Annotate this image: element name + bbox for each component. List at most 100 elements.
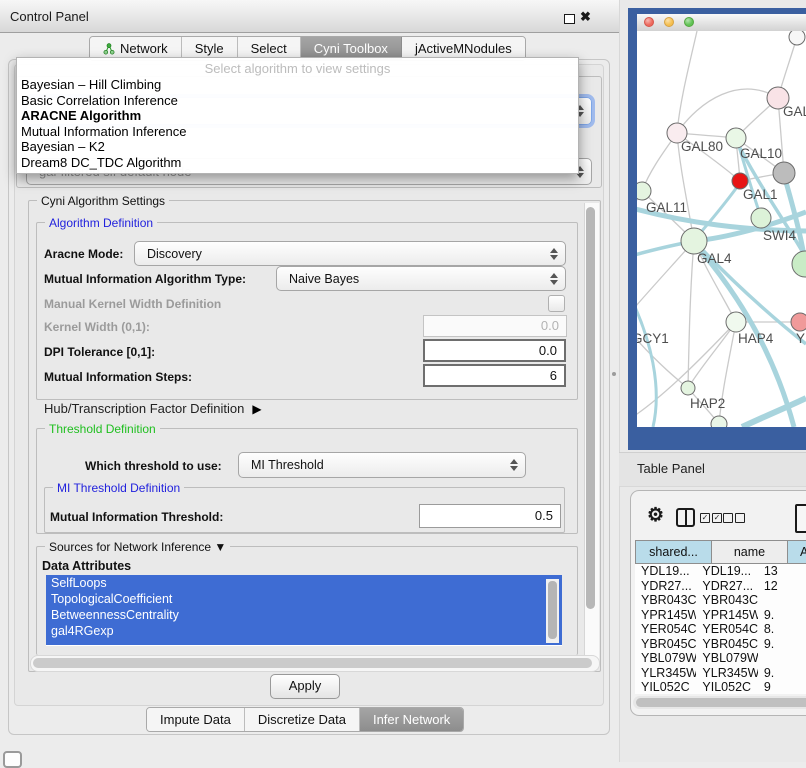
attribute-item-gal4rgexp[interactable]: gal4RGexp [46,623,562,639]
network-node[interactable] [773,162,795,184]
table-body[interactable]: YDL19...YDL19...13YDR27...YDR27...12YBR0… [635,564,806,694]
network-node-swi4[interactable] [751,208,771,228]
network-edge[interactable] [742,398,806,427]
network-canvas[interactable]: GAL7GAL80GAL10GAL1SWI4GAL11GAL4GCY1HAP4Y… [637,31,806,427]
aracne-mode-combo[interactable]: Discovery [134,241,566,266]
mi-type-combo[interactable]: Naive Bayes [276,266,566,291]
network-edge[interactable] [688,322,736,388]
tab-label: Discretize Data [258,708,346,731]
network-node-hap4[interactable] [726,312,746,332]
corner-window-icon[interactable] [3,751,22,768]
table-cell[interactable]: YBR045C [635,637,696,652]
algorithm-option-mutual-information-inference[interactable]: Mutual Information Inference [21,124,186,139]
table-cell[interactable]: YDR27... [635,579,696,594]
table-cell[interactable]: 9 [758,680,806,694]
network-node-gal10[interactable] [726,128,746,148]
table-cell[interactable]: YDL19... [696,564,757,579]
table-cell[interactable]: 8. [758,622,806,637]
table-cell[interactable]: YBR045C [696,637,757,652]
table-cell[interactable]: 9. [758,637,806,652]
select-all-checks-icon[interactable]: ✓✓ [700,513,724,531]
table-cell[interactable]: YLR345W [635,666,696,681]
zoom-traffic-icon[interactable] [684,17,694,27]
algorithm-option-bayesian-hill-climbing[interactable]: Bayesian – Hill Climbing [21,77,161,92]
table-cell[interactable]: YPR145W [696,608,757,623]
manual-kernel-checkbox[interactable] [548,295,565,312]
table-cell[interactable]: 9. [758,666,806,681]
which-threshold-combo[interactable]: MI Threshold [238,452,526,478]
table-cell[interactable] [758,651,806,666]
table-row[interactable]: YBR045CYBR045C9. [635,637,806,652]
tab-impute-data[interactable]: Impute Data [147,708,245,731]
column-header-2[interactable]: name [711,540,788,564]
algorithm-option-bayesian-k2[interactable]: Bayesian – K2 [21,139,105,154]
collapse-arrow-icon[interactable]: ▼ [214,540,226,554]
apply-button[interactable]: Apply [270,674,340,699]
table-cell[interactable]: 9. [758,608,806,623]
table-cell[interactable]: YIL052C [696,680,757,694]
network-node-gal11[interactable] [637,182,651,200]
attribute-item-partial[interactable] [46,639,562,645]
attribute-item-selfloops[interactable]: SelfLoops [46,575,562,591]
close-icon[interactable]: ✖ [580,9,591,25]
table-cell[interactable]: YER054C [696,622,757,637]
minimize-traffic-icon[interactable] [664,17,674,27]
column-header-1[interactable]: shared... [635,540,712,564]
table-cell[interactable]: YDR27... [696,579,757,594]
table-cell[interactable]: YLR345W [696,666,757,681]
network-node[interactable] [711,416,727,427]
tab-infer-network[interactable]: Infer Network [360,708,463,731]
table-row[interactable]: YER054CYER054C8. [635,622,806,637]
network-node-y[interactable] [791,313,806,331]
algorithm-option-basic-correlation-inference[interactable]: Basic Correlation Inference [21,93,178,108]
kernel-width-field[interactable]: 0.0 [423,315,567,337]
table-cell[interactable]: YDL19... [635,564,696,579]
column-header-3[interactable]: A [787,540,806,564]
table-row[interactable]: YLR345WYLR345W9. [635,666,806,681]
table-cell[interactable]: YIL052C [635,680,696,694]
attributes-scrollbar-thumb[interactable] [548,581,557,639]
table-cell[interactable]: YBR043C [635,593,696,608]
algorithm-option-aracne-algorithm[interactable]: ARACNE Algorithm [21,108,141,123]
table-row[interactable]: YDL19...YDL19...13 [635,564,806,579]
table-cell[interactable]: YBR043C [696,593,757,608]
network-edge[interactable] [677,89,778,133]
attribute-item-topologicalcoefficient[interactable]: TopologicalCoefficient [46,591,562,607]
table-row[interactable]: YBL079WYBL079W [635,651,806,666]
network-edge[interactable] [677,31,697,133]
panel-splitter-handle[interactable] [612,372,616,376]
table-cell[interactable]: 13 [758,564,806,579]
table-horizontal-scrollbar-thumb[interactable] [636,698,806,707]
table-cell[interactable]: YBL079W [696,651,757,666]
network-node-hap2[interactable] [681,381,695,395]
gear-icon[interactable]: ⚙ [647,504,664,527]
network-graph[interactable]: GAL7GAL80GAL10GAL1SWI4GAL11GAL4GCY1HAP4Y… [637,31,806,427]
tab-discretize-data[interactable]: Discretize Data [245,708,360,731]
network-node[interactable] [792,251,806,277]
table-cell[interactable]: YER054C [635,622,696,637]
table-row[interactable]: YPR145WYPR145W9. [635,608,806,623]
columns-icon[interactable] [676,508,695,527]
new-table-icon[interactable] [795,504,806,533]
settings-horizontal-scrollbar-thumb[interactable] [33,658,592,668]
attribute-item-betweennesscentrality[interactable]: BetweennessCentrality [46,607,562,623]
unselect-all-checks-icon[interactable] [723,513,747,531]
network-node[interactable] [789,31,805,45]
table-cell[interactable] [758,593,806,608]
table-row[interactable]: YBR043CYBR043C [635,593,806,608]
table-row[interactable]: YDR27...YDR27...12 [635,579,806,594]
close-traffic-icon[interactable] [644,17,654,27]
algorithm-option-dream8-dc-tdc-algorithm[interactable]: Dream8 DC_TDC Algorithm [21,155,181,170]
network-edge[interactable] [696,183,740,238]
float-window-icon[interactable] [564,14,575,24]
mi-steps-field[interactable]: 6 [423,364,566,387]
mi-threshold-field[interactable]: 0.5 [419,504,561,528]
settings-vertical-scrollbar-thumb[interactable] [586,207,595,609]
table-cell[interactable]: 12 [758,579,806,594]
dpi-tolerance-field[interactable]: 0.0 [423,339,566,362]
data-attributes-list[interactable]: SelfLoopsTopologicalCoefficientBetweenne… [46,575,562,646]
table-row[interactable]: YIL052CYIL052C9 [635,680,806,694]
table-cell[interactable]: YBL079W [635,651,696,666]
hub-definition-expander[interactable]: Hub/Transcription Factor Definition▶ [44,401,262,416]
table-cell[interactable]: YPR145W [635,608,696,623]
